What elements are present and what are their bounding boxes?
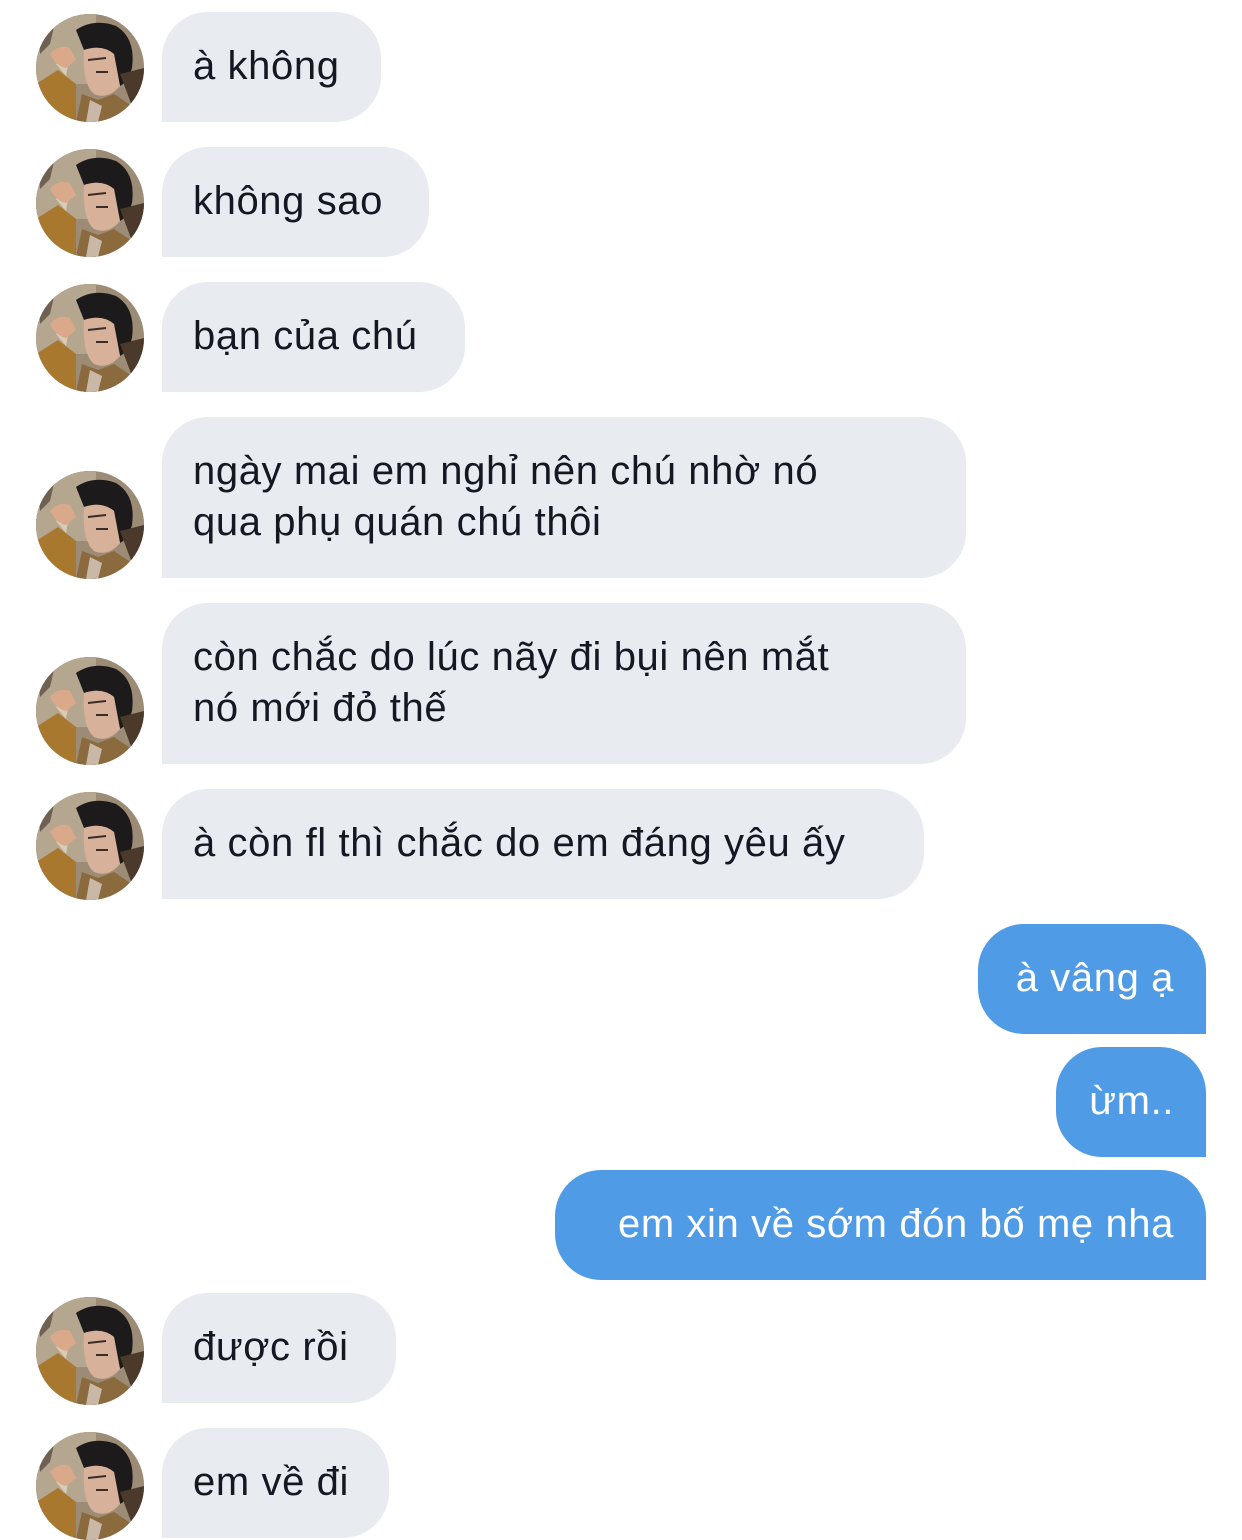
message-text-line: nó mới đỏ thế (193, 686, 448, 730)
incoming-message-bubble[interactable]: à còn fl thì chắc do em đáng yêu ấy (162, 789, 924, 899)
contact-avatar[interactable] (36, 1297, 144, 1405)
contact-avatar[interactable] (36, 1432, 144, 1540)
contact-avatar-photo-icon (36, 657, 144, 765)
contact-avatar[interactable] (36, 471, 144, 579)
message-thread[interactable]: à không không sao bạn của chú ngày mai e… (0, 0, 1242, 1540)
message-text: được rồi (193, 1325, 349, 1369)
message-text: bạn của chú (193, 314, 418, 358)
contact-avatar[interactable] (36, 792, 144, 900)
message-text: ừm.. (1089, 1079, 1174, 1123)
contact-avatar-photo-icon (36, 792, 144, 900)
contact-avatar-photo-icon (36, 14, 144, 122)
outgoing-message-bubble[interactable]: ừm.. (1056, 1047, 1206, 1157)
message-text: em về đi (193, 1460, 349, 1504)
message-text-line: còn chắc do lúc nãy đi bụi nên mắt (193, 635, 830, 679)
contact-avatar-photo-icon (36, 1432, 144, 1540)
message-text: à còn fl thì chắc do em đáng yêu ấy (193, 821, 846, 865)
contact-avatar-photo-icon (36, 149, 144, 257)
incoming-message-bubble[interactable]: không sao (162, 147, 429, 257)
message-text-line: qua phụ quán chú thôi (193, 500, 602, 544)
contact-avatar[interactable] (36, 284, 144, 392)
message-text: không sao (193, 179, 383, 223)
outgoing-message-bubble[interactable]: à vâng ạ (978, 924, 1206, 1034)
outgoing-message-bubble[interactable]: em xin về sớm đón bố mẹ nha (555, 1170, 1206, 1280)
incoming-message-bubble[interactable]: bạn của chú (162, 282, 465, 392)
contact-avatar-photo-icon (36, 1297, 144, 1405)
message-text: à vâng ạ (1015, 956, 1174, 1000)
message-text: em xin về sớm đón bố mẹ nha (617, 1202, 1174, 1246)
incoming-message-bubble[interactable]: được rồi (162, 1293, 396, 1403)
message-text-line: ngày mai em nghỉ nên chú nhờ nó (193, 449, 819, 493)
incoming-message-bubble[interactable]: còn chắc do lúc nãy đi bụi nên mắt nó mớ… (162, 603, 966, 764)
contact-avatar-photo-icon (36, 284, 144, 392)
message-text: à không (193, 44, 340, 88)
contact-avatar[interactable] (36, 14, 144, 122)
incoming-message-bubble[interactable]: em về đi (162, 1428, 389, 1538)
incoming-message-bubble[interactable]: à không (162, 12, 381, 122)
contact-avatar[interactable] (36, 657, 144, 765)
incoming-message-bubble[interactable]: ngày mai em nghỉ nên chú nhờ nó qua phụ … (162, 417, 966, 578)
contact-avatar[interactable] (36, 149, 144, 257)
contact-avatar-photo-icon (36, 471, 144, 579)
